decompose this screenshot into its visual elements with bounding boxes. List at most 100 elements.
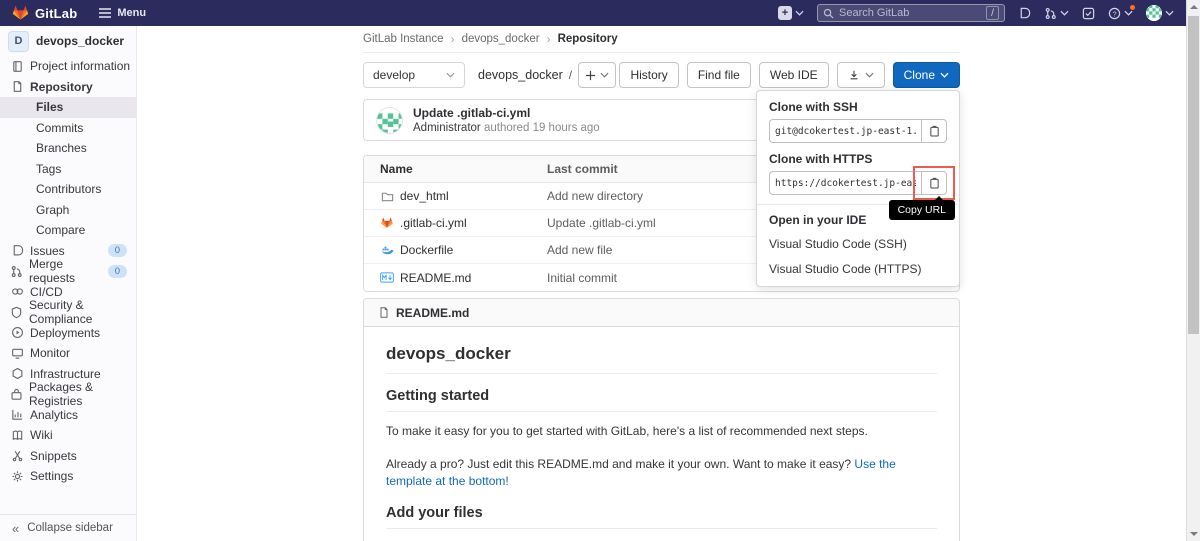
- sidebar-item-project-information[interactable]: Project information: [0, 56, 136, 77]
- add-file-dropdown-button[interactable]: [578, 62, 616, 88]
- sidebar-item-contributors[interactable]: Contributors: [0, 179, 136, 200]
- markdown-icon: [380, 272, 394, 283]
- chevron-down-icon: [1124, 10, 1133, 16]
- sidebar-item-packages-registries[interactable]: Packages & Registries: [0, 384, 136, 405]
- clone-https-label: Clone with HTTPS: [769, 152, 947, 166]
- clone-dropdown: Clone with SSH Clone with HTTPS Copy URL…: [756, 90, 960, 287]
- doc-icon: [10, 80, 24, 93]
- clipboard-icon: [929, 125, 940, 137]
- shield-icon: [10, 306, 23, 319]
- sidebar-item-monitor[interactable]: Monitor: [0, 343, 136, 364]
- web-ide-button[interactable]: Web IDE: [759, 62, 829, 88]
- gitlab-window: GitLab Menu + /: [0, 0, 1200, 541]
- sidebar-item-settings[interactable]: Settings: [0, 466, 136, 487]
- commit-author[interactable]: Administrator: [413, 122, 481, 134]
- commit-meta: Administrator authored 19 hours ago: [413, 122, 600, 134]
- issues-icon: [1018, 7, 1031, 20]
- merge-requests-nav-button[interactable]: [1044, 7, 1069, 20]
- file-name[interactable]: README.md: [400, 271, 471, 285]
- help-icon: ?: [1108, 7, 1121, 20]
- chevron-down-icon: [865, 72, 874, 78]
- collapse-sidebar-button[interactable]: « Collapse sidebar: [0, 514, 136, 541]
- breadcrumb-project[interactable]: devops_docker: [462, 33, 540, 45]
- https-url-input[interactable]: [769, 171, 921, 195]
- docker-icon: [380, 244, 394, 257]
- history-button[interactable]: History: [619, 62, 678, 88]
- merge-requests-count-badge: 0: [108, 265, 127, 278]
- readme-panel: README.md devops_docker Getting started …: [363, 298, 960, 541]
- clone-button[interactable]: Clone: [893, 62, 960, 88]
- wiki-icon: [10, 429, 24, 442]
- gitlab-logo-icon: [12, 5, 29, 21]
- breadcrumb-separator: ›: [547, 32, 551, 46]
- breadcrumb: GitLab Instance › devops_docker › Reposi…: [363, 26, 960, 52]
- breadcrumb-divider: [363, 52, 960, 53]
- ssh-url-input[interactable]: [769, 119, 921, 143]
- search-input[interactable]: [839, 7, 981, 19]
- column-name: Name: [364, 162, 547, 176]
- issues-count-badge: 0: [108, 244, 127, 257]
- getting-started-heading: Getting started: [386, 388, 937, 412]
- commit-author-avatar: [376, 107, 403, 134]
- search-icon: [823, 8, 834, 19]
- chevron-down-icon: [940, 72, 949, 78]
- gitlab-brand[interactable]: GitLab: [12, 5, 77, 21]
- add-your-files-heading: Add your files: [386, 505, 937, 529]
- sidebar-item-compare[interactable]: Compare: [0, 220, 136, 241]
- file-name[interactable]: Dockerfile: [400, 243, 453, 257]
- merge-request-icon: [10, 265, 23, 278]
- clipboard-icon: [929, 177, 940, 189]
- download-button[interactable]: [837, 62, 885, 88]
- help-menu-button[interactable]: ?: [1108, 7, 1133, 20]
- scrollbar-thumb[interactable]: [1188, 16, 1199, 334]
- issues-nav-button[interactable]: [1018, 7, 1031, 20]
- commit-title[interactable]: Update .gitlab-ci.yml: [413, 106, 600, 120]
- download-icon: [848, 69, 860, 81]
- sidebar-item-wiki[interactable]: Wiki: [0, 425, 136, 446]
- commit-time: 19 hours ago: [533, 122, 600, 134]
- find-file-button[interactable]: Find file: [687, 62, 751, 88]
- sidebar-item-commits[interactable]: Commits: [0, 118, 136, 139]
- copy-https-url-button[interactable]: [921, 171, 947, 195]
- sidebar-item-files[interactable]: Files: [0, 97, 136, 118]
- branch-selector[interactable]: develop: [363, 62, 465, 88]
- sidebar-project-header[interactable]: D devops_docker: [0, 26, 136, 56]
- readme-header[interactable]: README.md: [364, 299, 959, 327]
- scroll-up-arrow[interactable]: [1190, 5, 1198, 9]
- user-menu-button[interactable]: [1146, 5, 1174, 21]
- plus-icon: [585, 70, 596, 81]
- breadcrumb-gitlab-instance[interactable]: GitLab Instance: [363, 33, 444, 45]
- copy-url-tooltip: Copy URL: [889, 200, 955, 220]
- gear-icon: [10, 470, 24, 483]
- sidebar-item-branches[interactable]: Branches: [0, 138, 136, 159]
- todo-check-icon: [1082, 7, 1095, 20]
- package-icon: [10, 388, 23, 401]
- top-navbar: GitLab Menu + /: [0, 0, 1186, 26]
- new-menu-button[interactable]: +: [778, 6, 804, 20]
- global-search[interactable]: /: [817, 4, 1005, 22]
- repo-path[interactable]: devops_docker: [478, 68, 563, 82]
- chart-icon: [10, 408, 24, 421]
- sidebar-item-graph[interactable]: Graph: [0, 200, 136, 221]
- sidebar-item-tags[interactable]: Tags: [0, 159, 136, 180]
- deployments-icon: [10, 326, 24, 339]
- chevron-down-icon: [1060, 10, 1069, 16]
- page-scrollbar[interactable]: [1186, 0, 1200, 541]
- vscode-https-item[interactable]: Visual Studio Code (HTTPS): [769, 257, 947, 282]
- sidebar-item-merge-requests[interactable]: Merge requests 0: [0, 261, 136, 282]
- chevron-down-icon: [1165, 10, 1174, 16]
- copy-ssh-url-button[interactable]: [921, 119, 947, 143]
- breadcrumb-separator: ›: [451, 32, 455, 46]
- sidebar-item-security-compliance[interactable]: Security & Compliance: [0, 302, 136, 323]
- clone-ssh-label: Clone with SSH: [769, 100, 947, 114]
- sidebar-item-snippets[interactable]: Snippets: [0, 446, 136, 467]
- readme-title: devops_docker: [386, 344, 937, 374]
- sidebar-item-repository[interactable]: Repository: [0, 77, 136, 98]
- file-name[interactable]: .gitlab-ci.yml: [400, 216, 467, 230]
- scroll-down-arrow[interactable]: [1190, 532, 1198, 536]
- todos-nav-button[interactable]: [1082, 7, 1095, 20]
- vscode-ssh-item[interactable]: Visual Studio Code (SSH): [769, 232, 947, 257]
- file-name[interactable]: dev_html: [400, 189, 449, 203]
- breadcrumb-repository[interactable]: Repository: [558, 33, 618, 45]
- menu-button[interactable]: Menu: [99, 7, 146, 19]
